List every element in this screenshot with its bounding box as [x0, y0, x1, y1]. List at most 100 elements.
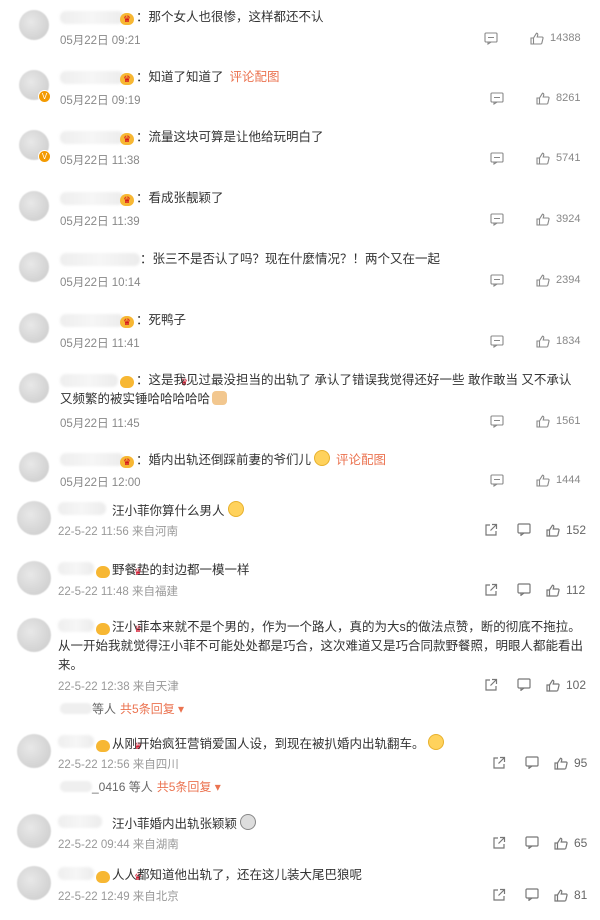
reply-prefix: _0416 等人 — [92, 780, 153, 794]
avatar[interactable] — [19, 313, 49, 343]
comment-icon — [517, 678, 531, 691]
comment-body: 流量这块可算是让他给玩明白了 — [148, 130, 324, 144]
like-button[interactable]: 2394 — [536, 274, 580, 287]
like-button[interactable]: 81 — [554, 888, 587, 902]
reply-button[interactable] — [490, 474, 504, 487]
share-button[interactable] — [484, 523, 498, 536]
like-button[interactable]: 3924 — [536, 213, 580, 226]
avatar[interactable] — [19, 191, 49, 221]
like-button[interactable]: 95 — [554, 756, 587, 770]
like-button[interactable]: 1834 — [536, 335, 581, 348]
reply-summary[interactable]: _0416 等人 共5条回复 ▾ — [60, 778, 221, 795]
comment-item: ♛野餐垫的封边都一模一样 22-5-22 11:48 来自福建 112 — [0, 555, 600, 615]
comment-meta: 22-5-22 12:38 来自天津 — [58, 681, 179, 693]
like-button[interactable]: 152 — [546, 523, 586, 537]
comment-meta: 22-5-22 11:48 来自福建 — [58, 586, 178, 598]
reply-button[interactable] — [525, 836, 539, 849]
comment-icon — [525, 756, 539, 769]
comment-icon — [490, 92, 504, 105]
share-button[interactable] — [484, 678, 498, 691]
like-count: 81 — [574, 888, 588, 902]
thumbs-up-icon — [536, 415, 550, 428]
comment-item: 汪小菲你算什么男人 22-5-22 11:56 来自河南 152 — [0, 495, 600, 555]
comment-text: ♛ ：死鸭子 — [60, 311, 588, 330]
avatar[interactable] — [19, 373, 49, 403]
reply-button[interactable] — [490, 92, 504, 105]
share-button[interactable] — [484, 583, 498, 596]
comment-meta: 22-5-22 12:56 来自四川 — [58, 759, 179, 771]
share-icon — [492, 888, 506, 901]
reply-button[interactable] — [517, 583, 531, 596]
share-icon — [484, 583, 498, 596]
avatar[interactable] — [17, 866, 51, 900]
like-button[interactable]: 1444 — [536, 474, 580, 487]
comment-meta: 22-5-22 12:49 来自北京 — [58, 891, 179, 903]
avatar[interactable] — [19, 452, 49, 482]
like-button[interactable]: 5741 — [536, 152, 581, 165]
like-button[interactable]: 14388 — [530, 32, 581, 45]
more-replies-link[interactable]: 共5条回复 — [157, 780, 212, 794]
thumbs-up-icon — [536, 92, 550, 105]
thumbs-up-icon — [546, 524, 560, 537]
comment-text: ♛ ：流量这块可算是让他给玩明白了 — [60, 128, 588, 147]
comment-image-link[interactable]: 评论配图 — [336, 453, 386, 467]
like-button[interactable]: 65 — [554, 836, 587, 850]
member-badge-icon: ♛ — [120, 376, 188, 388]
comment-body: 汪小菲婚内出轨张颖颖 — [112, 817, 238, 831]
avatar[interactable] — [17, 501, 51, 535]
more-replies-link[interactable]: 共5条回复 — [120, 702, 175, 716]
like-button[interactable]: 8261 — [536, 92, 580, 105]
reply-button[interactable] — [517, 523, 531, 536]
member-badge-icon: ♛ — [96, 566, 142, 578]
like-button[interactable]: 1561 — [536, 415, 580, 428]
avatar[interactable] — [19, 252, 49, 282]
share-icon — [484, 523, 498, 536]
comment-icon — [484, 32, 498, 45]
comment-text: ♛野餐垫的封边都一模一样 — [58, 561, 586, 580]
comment-icon — [490, 474, 504, 487]
avatar[interactable] — [19, 10, 49, 40]
like-count: 1834 — [556, 335, 581, 347]
comment-icon — [525, 888, 539, 901]
comment-text: ♛ ：婚内出轨还倒踩前妻的爷们儿 评论配图 — [60, 450, 588, 470]
cat-emoji-icon — [212, 391, 228, 405]
like-count: 5741 — [556, 152, 581, 164]
reply-button[interactable] — [490, 152, 504, 165]
share-button[interactable] — [492, 836, 506, 849]
comment-body: 那个女人也很惨，这样都还不认 — [148, 10, 324, 24]
comment-icon — [490, 213, 504, 226]
reply-button[interactable] — [490, 335, 504, 348]
comment-text: ♛：这是我见过最没担当的出轨了 承认了错误我觉得还好一些 敢作敢当 又不承认又频… — [60, 373, 572, 406]
comment-item: 汪小菲婚内出轨张颖颖 22-5-22 09:44 来自湖南 65 — [0, 808, 600, 868]
thumbs-up-icon — [554, 889, 568, 902]
reply-button[interactable] — [525, 756, 539, 769]
comment-time: 05月22日 11:45 — [60, 418, 140, 430]
avatar[interactable] — [17, 618, 51, 652]
reply-button[interactable] — [525, 888, 539, 901]
comment-item: ♛从刚开始疯狂营销爱国人设，到现在被扒婚内出轨翻车。 22-5-22 12:56 … — [0, 728, 600, 794]
awkward-emoji-icon — [427, 734, 444, 750]
comment-body: 知道了知道了 — [148, 70, 224, 84]
thumbs-up-icon — [530, 32, 544, 45]
reply-button[interactable] — [484, 32, 498, 45]
like-count: 102 — [566, 678, 587, 692]
thumbs-up-icon — [536, 213, 550, 226]
comment-time: 05月22日 11:38 — [60, 155, 140, 167]
comment-body: 这是我见过最没担当的出轨了 承认了错误我觉得还好一些 敢作敢当 又不承认又频繁的… — [60, 373, 572, 406]
reply-summary[interactable]: 等人 共5条回复 ▾ — [60, 700, 184, 717]
avatar[interactable] — [17, 734, 51, 768]
reply-button[interactable] — [490, 213, 504, 226]
reply-button[interactable] — [517, 678, 531, 691]
like-button[interactable]: 112 — [546, 583, 585, 597]
comment-body: 汪小菲本来就不是个男的，作为一个路人，真的为大s的做法点赞，断的彻底不拖拉。从一… — [58, 620, 584, 672]
comment-text: 汪小菲你算什么男人 — [58, 501, 586, 521]
laugh-cry-emoji-icon — [227, 501, 244, 517]
share-button[interactable] — [492, 888, 506, 901]
avatar[interactable] — [17, 814, 51, 848]
like-button[interactable]: 102 — [546, 678, 586, 692]
share-button[interactable] — [492, 756, 506, 769]
reply-button[interactable] — [490, 274, 504, 287]
comment-image-link[interactable]: 评论配图 — [230, 70, 280, 84]
avatar[interactable] — [17, 561, 51, 595]
reply-button[interactable] — [490, 415, 504, 428]
